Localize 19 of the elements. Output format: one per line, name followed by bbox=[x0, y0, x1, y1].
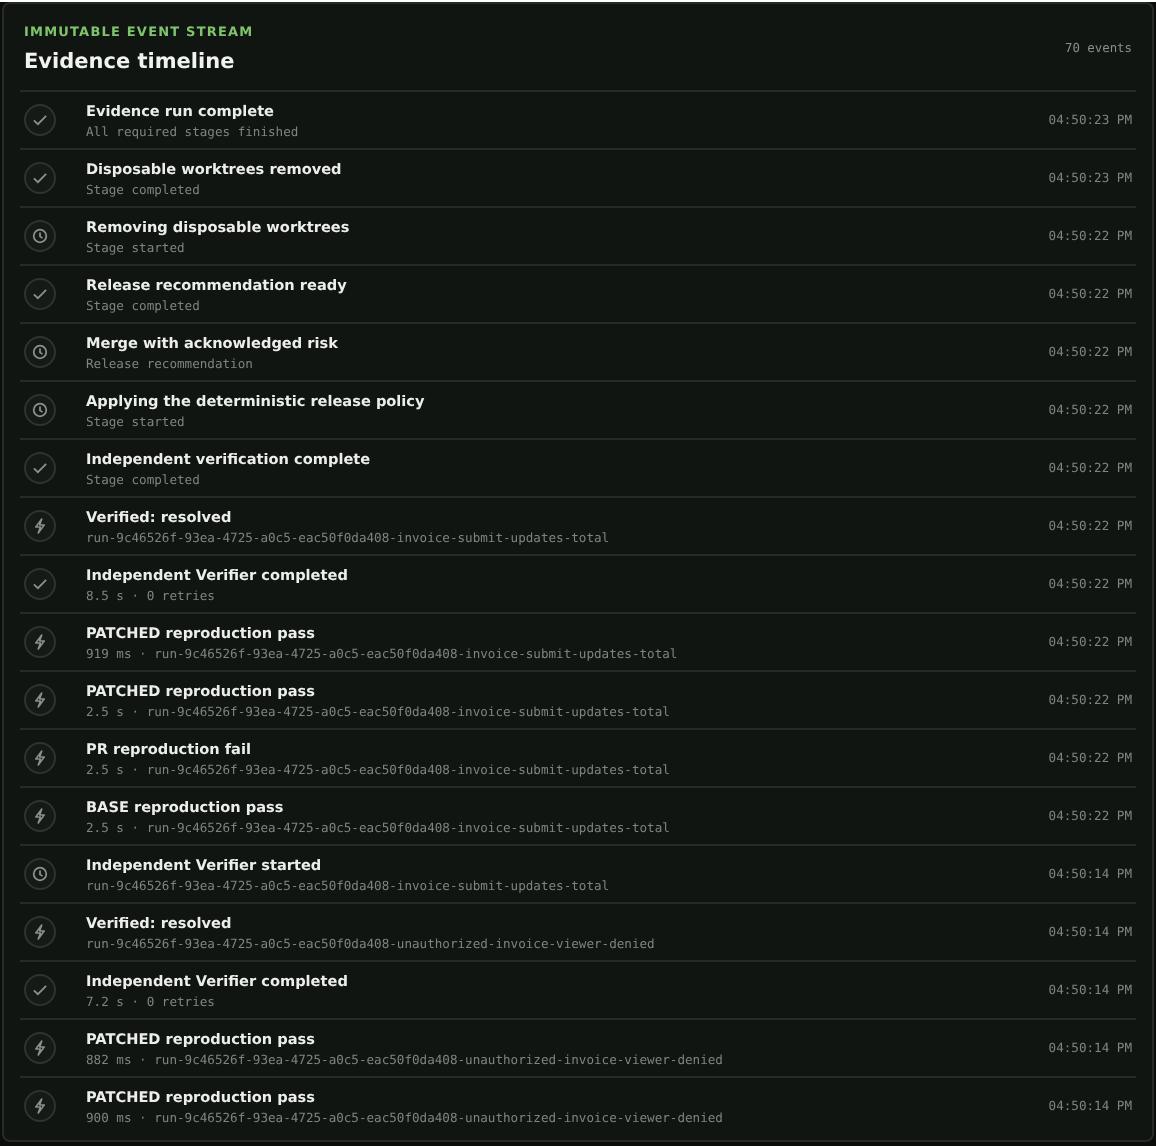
clock-icon bbox=[24, 858, 56, 890]
bolt-icon bbox=[24, 1032, 56, 1064]
bolt-icon bbox=[24, 684, 56, 716]
clock-icon bbox=[24, 394, 56, 426]
check-icon bbox=[24, 568, 56, 600]
check-icon bbox=[24, 974, 56, 1006]
bolt-icon bbox=[24, 510, 56, 542]
check-icon bbox=[24, 104, 56, 136]
bolt-icon bbox=[24, 742, 56, 774]
panel-title: Evidence timeline bbox=[24, 50, 237, 74]
check-icon bbox=[24, 452, 56, 484]
clock-icon bbox=[24, 220, 56, 252]
bolt-icon bbox=[24, 800, 56, 832]
bolt-icon bbox=[24, 1090, 56, 1122]
bolt-icon bbox=[24, 626, 56, 658]
check-icon bbox=[24, 278, 56, 310]
check-icon bbox=[24, 162, 56, 194]
clock-icon bbox=[24, 336, 56, 368]
bolt-icon bbox=[24, 916, 56, 948]
